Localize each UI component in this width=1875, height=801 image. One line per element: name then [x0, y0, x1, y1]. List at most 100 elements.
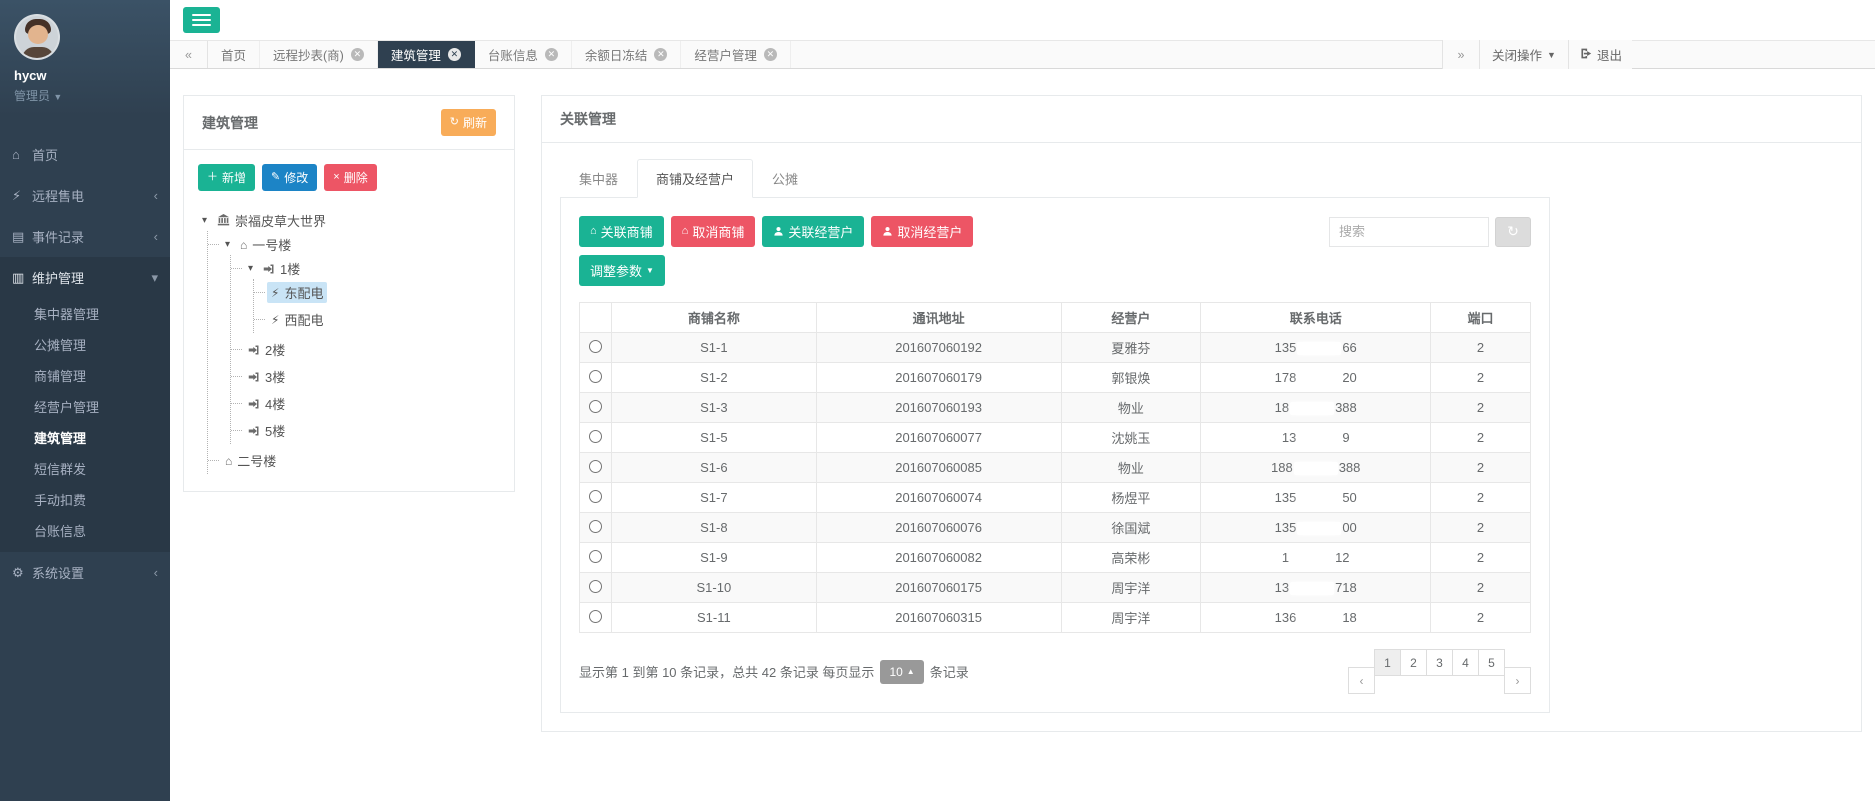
close-icon[interactable]: ✕ — [654, 48, 667, 61]
sign-in-icon — [248, 425, 260, 437]
sidebar-item-shop-mgmt[interactable]: 商铺管理 — [0, 360, 170, 391]
row-radio[interactable] — [589, 340, 602, 353]
caret-down-icon[interactable]: ▾ — [248, 263, 258, 274]
sidebar-item-manual-deduct[interactable]: 手动扣费 — [0, 484, 170, 515]
sidebar-item-sms-broadcast[interactable]: 短信群发 — [0, 453, 170, 484]
tab-ledger-info[interactable]: 台账信息 ✕ — [475, 41, 572, 68]
page-button-1[interactable]: 1 — [1374, 649, 1401, 676]
row-radio[interactable] — [589, 580, 602, 593]
role-dropdown[interactable]: 管理员 ▼ — [14, 87, 170, 104]
sidebar-item-ledger-info[interactable]: 台账信息 — [0, 515, 170, 546]
close-icon[interactable]: ✕ — [448, 48, 461, 61]
link-merchant-button[interactable]: 关联经营户 — [762, 216, 864, 247]
unlink-shop-button[interactable]: ⌂ 取消商铺 — [671, 216, 756, 247]
sidebar-item-merchant-mgmt[interactable]: 经营户管理 — [0, 391, 170, 422]
tree-node-building-2[interactable]: ⌂ 二号楼 — [221, 450, 280, 471]
bolt-icon: ⚡ — [271, 313, 279, 327]
tree-node-floor-2[interactable]: 2楼 — [244, 339, 289, 360]
bolt-icon: ⚡ — [271, 286, 279, 300]
hamburger-menu-button[interactable] — [183, 7, 220, 33]
adjust-params-dropdown[interactable]: 调整参数 ▼ — [579, 255, 665, 286]
redaction-block — [1297, 432, 1341, 445]
sign-in-icon — [263, 263, 275, 275]
sidebar-item-home[interactable]: ⌂ 首页 — [0, 134, 170, 175]
refresh-icon: ↻ — [1507, 223, 1519, 239]
page-button-4[interactable]: 4 — [1452, 649, 1479, 676]
tab-remote-meter-reading[interactable]: 远程抄表(商) ✕ — [260, 41, 378, 68]
sidebar-item-building-mgmt[interactable]: 建筑管理 — [0, 422, 170, 453]
sidebar-item-system-settings[interactable]: ⚙ 系统设置 ‹ — [0, 552, 170, 593]
table-row: S1-8 201607060076 徐国斌 13500 2 — [580, 513, 1531, 543]
tree-node-east-distribution[interactable]: ⚡ 东配电 — [267, 282, 327, 303]
page-button-2[interactable]: 2 — [1400, 649, 1427, 676]
row-radio[interactable] — [589, 490, 602, 503]
caret-down-icon[interactable]: ▾ — [202, 215, 212, 226]
row-radio[interactable] — [589, 550, 602, 563]
page-button-5[interactable]: 5 — [1478, 649, 1505, 676]
delete-node-button[interactable]: × 删除 — [324, 164, 376, 191]
building-panel-title: 建筑管理 — [202, 113, 258, 133]
row-radio[interactable] — [589, 430, 602, 443]
row-radio[interactable] — [589, 520, 602, 533]
prev-page-button[interactable]: ‹ — [1348, 667, 1375, 694]
merchant-cell: 郭银焕 — [1061, 363, 1201, 393]
tree-node-market[interactable]: ▾ 崇福皮草大世界 — [198, 210, 330, 231]
unlink-merchant-button[interactable]: 取消经营户 — [871, 216, 973, 247]
scroll-tabs-left-button[interactable]: « — [170, 41, 208, 68]
relation-tabs-wrap: 集中器 商铺及经营户 公摊 ⌂ 关联商铺 ⌂ 取消商铺 — [560, 159, 1550, 713]
tab-shared-area[interactable]: 公摊 — [753, 159, 817, 198]
tab-balance-freeze[interactable]: 余额日冻结 ✕ — [572, 41, 682, 68]
link-shop-button[interactable]: ⌂ 关联商铺 — [579, 216, 664, 247]
port-cell: 2 — [1431, 393, 1531, 423]
port-cell: 2 — [1431, 423, 1531, 453]
tab-merchant-mgmt[interactable]: 经营户管理 ✕ — [681, 41, 791, 68]
close-icon[interactable]: ✕ — [545, 48, 558, 61]
close-icon[interactable]: ✕ — [351, 48, 364, 61]
table-row: S1-5 201607060077 沈姚玉 139 2 — [580, 423, 1531, 453]
row-radio[interactable] — [589, 460, 602, 473]
phone-cell: 17820 — [1201, 363, 1431, 393]
sign-in-icon — [248, 371, 260, 383]
table-row: S1-11 201607060315 周宇洋 13618 2 — [580, 603, 1531, 633]
relation-panel-title: 关联管理 — [560, 109, 616, 129]
sidebar-item-share-mgmt[interactable]: 公摊管理 — [0, 329, 170, 360]
row-radio[interactable] — [589, 370, 602, 383]
close-icon[interactable]: ✕ — [764, 48, 777, 61]
scroll-tabs-right-button[interactable]: » — [1442, 40, 1480, 69]
refresh-table-button[interactable]: ↻ — [1495, 217, 1531, 247]
search-input[interactable] — [1329, 217, 1489, 247]
tab-shops-merchants[interactable]: 商铺及经营户 — [637, 159, 753, 198]
tab-building-mgmt[interactable]: 建筑管理 ✕ — [378, 41, 475, 68]
next-page-button[interactable]: › — [1504, 667, 1531, 694]
address-cell: 201607060315 — [816, 603, 1061, 633]
close-operations-dropdown[interactable]: 关闭操作 ▼ — [1480, 40, 1569, 69]
gear-icon: ⚙ — [12, 565, 32, 581]
sidebar-item-event-log[interactable]: ▤ 事件记录 ‹ — [0, 216, 170, 257]
port-cell: 2 — [1431, 603, 1531, 633]
select-cell — [580, 573, 612, 603]
sidebar-item-maintenance[interactable]: ▥ 维护管理 ▾ — [0, 257, 170, 298]
refresh-tree-button[interactable]: ↻ 刷新 — [441, 109, 496, 136]
sidebar-item-concentrator-mgmt[interactable]: 集中器管理 — [0, 298, 170, 329]
tree-node-floor-5[interactable]: 5楼 — [244, 420, 289, 441]
tree-node-building-1[interactable]: ▾ ⌂ 一号楼 — [221, 234, 295, 255]
tab-home[interactable]: 首页 — [208, 41, 260, 68]
column-header-merchant: 经营户 — [1061, 303, 1201, 333]
row-radio[interactable] — [589, 610, 602, 623]
add-node-button[interactable]: ＋ 新增 — [198, 164, 255, 191]
caret-down-icon[interactable]: ▾ — [225, 239, 235, 250]
sidebar-item-remote-sale[interactable]: ⚡ 远程售电 ‹ — [0, 175, 170, 216]
row-radio[interactable] — [589, 400, 602, 413]
tree-node: 3楼 — [244, 363, 500, 390]
page-size-dropdown[interactable]: 10 ▲ — [880, 660, 923, 684]
tree-node-west-distribution[interactable]: ⚡ 西配电 — [267, 309, 327, 330]
logout-button[interactable]: 退出 — [1569, 40, 1632, 69]
edit-node-button[interactable]: ✎ 修改 — [262, 164, 317, 191]
tree-node-floor-3[interactable]: 3楼 — [244, 366, 289, 387]
avatar[interactable] — [14, 14, 60, 60]
tree-node-floor-1[interactable]: ▾ 1楼 — [244, 258, 304, 279]
building-tree: ▾ 崇福皮草大世界 ▾ ⌂ — [198, 207, 500, 477]
page-button-3[interactable]: 3 — [1426, 649, 1453, 676]
tree-node-floor-4[interactable]: 4楼 — [244, 393, 289, 414]
tab-concentrator[interactable]: 集中器 — [560, 159, 637, 198]
